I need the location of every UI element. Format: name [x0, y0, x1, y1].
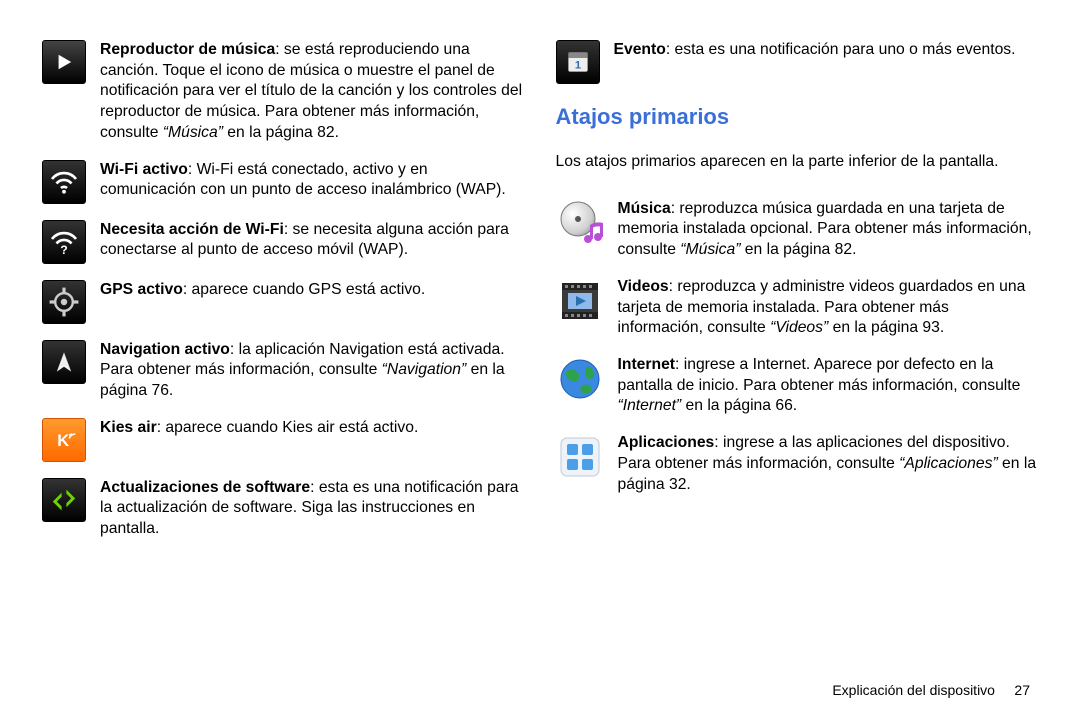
- navigation-arrow-icon: [42, 340, 86, 384]
- calendar-event-icon: 1: [556, 40, 600, 84]
- text: Kies air: aparece cuando Kies air está a…: [100, 418, 525, 462]
- item-gps-active: GPS activo: aparece cuando GPS está acti…: [42, 280, 525, 324]
- svg-text:K: K: [57, 432, 69, 450]
- item-navigation: Navigation activo: la aplicación Navigat…: [42, 340, 525, 402]
- item-wifi-action: ? Necesita acción de Wi-Fi: se necesita …: [42, 220, 525, 264]
- text: Wi-Fi activo: Wi-Fi está conectado, acti…: [100, 160, 525, 204]
- gps-icon: [42, 280, 86, 324]
- footer-section: Explicación del dispositivo: [832, 682, 995, 698]
- shortcut-internet: Internet: ingrese a Internet. Aparece po…: [556, 355, 1039, 417]
- text: Música: reproduzca música guardada en un…: [618, 199, 1039, 261]
- item-kies-air: K Kies air: aparece cuando Kies air está…: [42, 418, 525, 462]
- shortcut-videos: Videos: reproduzca y administre videos g…: [556, 277, 1039, 339]
- left-column: Reproductor de música: se está reproduci…: [42, 40, 525, 690]
- shortcut-music: Música: reproduzca música guardada en un…: [556, 199, 1039, 261]
- shortcut-applications: Aplicaciones: ingrese a las aplicaciones…: [556, 433, 1039, 495]
- apps-grid-icon: [556, 433, 604, 481]
- heading-shortcuts: Atajos primarios: [556, 104, 1039, 130]
- text: Reproductor de música: se está reproduci…: [100, 40, 525, 144]
- svg-text:?: ?: [60, 243, 67, 257]
- text: Videos: reproduzca y administre videos g…: [618, 277, 1039, 339]
- right-column: 1 Evento: esta es una notificación para …: [556, 40, 1039, 690]
- play-icon: [42, 40, 86, 84]
- music-disc-icon: [556, 199, 604, 247]
- wifi-question-icon: ?: [42, 220, 86, 264]
- footer-page-number: 27: [1014, 682, 1030, 698]
- film-strip-icon: [556, 277, 604, 325]
- page-footer: Explicación del dispositivo 27: [832, 682, 1030, 698]
- text: Navigation activo: la aplicación Navigat…: [100, 340, 525, 402]
- text: Internet: ingrese a Internet. Aparece po…: [618, 355, 1039, 417]
- software-update-icon: [42, 478, 86, 522]
- text: Evento: esta es una notificación para un…: [614, 40, 1039, 84]
- wifi-icon: [42, 160, 86, 204]
- item-event: 1 Evento: esta es una notificación para …: [556, 40, 1039, 84]
- globe-icon: [556, 355, 604, 403]
- item-software-update: Actualizaciones de software: esta es una…: [42, 478, 525, 540]
- text: GPS activo: aparece cuando GPS está acti…: [100, 280, 525, 324]
- kies-air-icon: K: [42, 418, 86, 462]
- item-music-player: Reproductor de música: se está reproduci…: [42, 40, 525, 144]
- text: Actualizaciones de software: esta es una…: [100, 478, 525, 540]
- svg-text:1: 1: [574, 59, 580, 71]
- text: Necesita acción de Wi-Fi: se necesita al…: [100, 220, 525, 264]
- item-wifi-active: Wi-Fi activo: Wi-Fi está conectado, acti…: [42, 160, 525, 204]
- shortcuts-subtext: Los atajos primarios aparecen en la part…: [556, 152, 1039, 173]
- text: Aplicaciones: ingrese a las aplicaciones…: [618, 433, 1039, 495]
